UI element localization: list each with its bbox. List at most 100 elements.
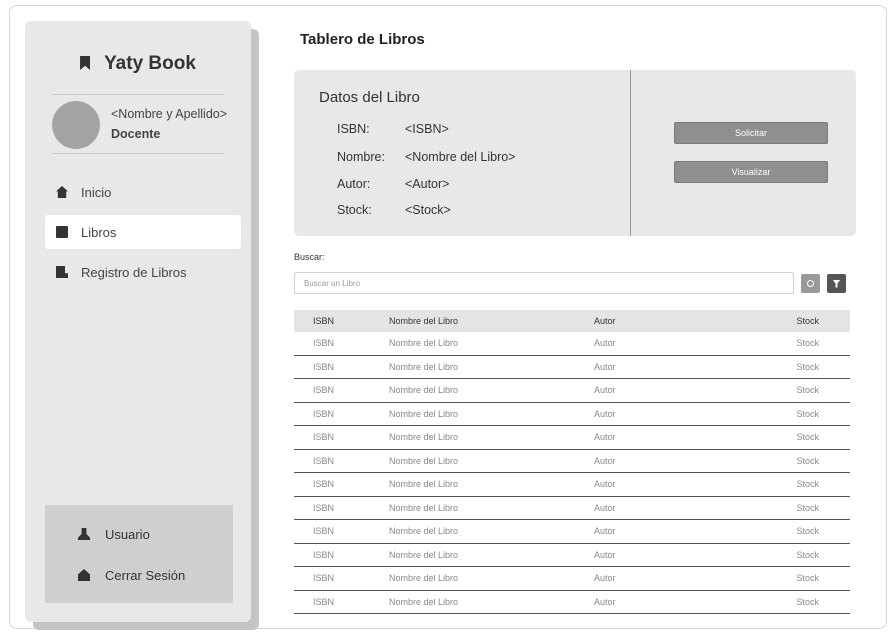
cell-stock: Stock — [796, 573, 819, 584]
table-row[interactable]: ISBN Nombre del Libro Autor Stock — [294, 473, 850, 497]
cell-stock: Stock — [796, 502, 819, 513]
book-icon — [56, 226, 68, 238]
usuario-button[interactable]: Usuario — [45, 519, 233, 549]
panel-divider — [630, 70, 631, 236]
cell-nombre: Nombre del Libro — [389, 596, 459, 607]
cell-isbn: ISBN — [313, 502, 335, 513]
cell-autor: Autor — [594, 573, 616, 584]
cell-autor: Autor — [594, 526, 616, 537]
cell-nombre: Nombre del Libro — [389, 361, 459, 372]
page-title: Tablero de Libros — [300, 31, 425, 48]
table-row[interactable]: ISBN Nombre del Libro Autor Stock — [294, 426, 850, 450]
search-icon — [807, 280, 814, 287]
cell-autor: Autor — [594, 596, 616, 607]
cell-nombre: Nombre del Libro — [389, 573, 459, 584]
cell-stock: Stock — [796, 596, 819, 607]
logout-button[interactable]: Cerrar Sesión — [45, 560, 233, 590]
filter-button[interactable] — [827, 274, 846, 293]
register-icon — [56, 266, 68, 278]
cell-autor: Autor — [594, 549, 616, 560]
cell-isbn: ISBN — [313, 338, 335, 349]
cell-nombre: Nombre del Libro — [389, 408, 459, 419]
sidebar: Yaty Book <Nombre y Apellido> Docente In… — [25, 21, 251, 622]
cell-isbn: ISBN — [313, 526, 335, 537]
sidebar-item-libros[interactable]: Libros — [45, 215, 241, 249]
cell-isbn: ISBN — [313, 596, 335, 607]
cell-autor: Autor — [594, 455, 616, 466]
header-autor[interactable]: Autor — [594, 316, 790, 326]
cell-stock: Stock — [796, 408, 819, 419]
cell-nombre: Nombre del Libro — [389, 502, 459, 513]
table-row[interactable]: ISBN Nombre del Libro Autor Stock — [294, 450, 850, 473]
cell-isbn: ISBN — [313, 385, 335, 396]
cell-isbn: ISBN — [313, 549, 335, 560]
table-header: ISBN Nombre del Libro Autor Stock — [294, 310, 850, 332]
header-nombre[interactable]: Nombre del Libro — [389, 316, 594, 326]
home-icon — [56, 186, 68, 198]
table-row[interactable]: ISBN Nombre del Libro Autor Stock — [294, 379, 850, 403]
cell-autor: Autor — [594, 479, 616, 490]
table-row[interactable]: ISBN Nombre del Libro Autor Stock — [294, 544, 850, 567]
cell-stock: Stock — [796, 479, 819, 490]
table-row[interactable]: ISBN Nombre del Libro Autor Stock — [294, 356, 850, 379]
sidebar-item-label: Registro de Libros — [81, 264, 187, 280]
user-icon — [78, 528, 90, 540]
logout-label: Cerrar Sesión — [105, 567, 186, 583]
table-row[interactable]: ISBN Nombre del Libro Autor Stock — [294, 332, 850, 356]
cell-stock: Stock — [796, 361, 819, 372]
divider — [52, 94, 224, 95]
search-label: Buscar: — [294, 252, 325, 262]
autor-value: <Autor> — [405, 177, 450, 191]
table-row[interactable]: ISBN Nombre del Libro Autor Stock — [294, 497, 850, 520]
avatar — [52, 101, 100, 149]
isbn-value: <ISBN> — [405, 122, 449, 136]
isbn-label: ISBN: — [337, 122, 370, 136]
solicitar-button[interactable]: Solicitar — [674, 122, 828, 144]
stock-label: Stock: — [337, 203, 372, 217]
user-name: <Nombre y Apellido> — [111, 107, 228, 121]
table-row[interactable]: ISBN Nombre del Libro Autor Stock — [294, 591, 850, 614]
search-button[interactable] — [801, 274, 820, 293]
account-panel: Usuario Cerrar Sesión — [45, 505, 233, 603]
search-input[interactable] — [294, 272, 794, 294]
brand-name: Yaty Book — [104, 53, 196, 74]
cell-isbn: ISBN — [313, 573, 335, 584]
visualizar-button[interactable]: Visualizar — [674, 161, 828, 183]
brand: Yaty Book — [25, 53, 251, 75]
cell-isbn: ISBN — [313, 479, 335, 490]
autor-label: Autor: — [337, 177, 371, 191]
cell-isbn: ISBN — [313, 361, 335, 372]
cell-nombre: Nombre del Libro — [389, 479, 459, 490]
cell-nombre: Nombre del Libro — [389, 432, 459, 443]
detail-title: Datos del Libro — [319, 89, 420, 106]
stock-value: <Stock> — [405, 203, 451, 217]
nombre-label: Nombre: — [337, 150, 385, 164]
sidebar-item-inicio[interactable]: Inicio — [45, 175, 241, 209]
cell-autor: Autor — [594, 408, 616, 419]
table-row[interactable]: ISBN Nombre del Libro Autor Stock — [294, 567, 850, 591]
book-detail-panel: Datos del Libro ISBN: <ISBN> Nombre: <No… — [294, 70, 856, 236]
header-isbn[interactable]: ISBN — [294, 316, 389, 326]
table-row[interactable]: ISBN Nombre del Libro Autor Stock — [294, 403, 850, 426]
header-stock[interactable]: Stock — [790, 316, 850, 326]
cell-isbn: ISBN — [313, 432, 335, 443]
cell-nombre: Nombre del Libro — [389, 526, 459, 537]
cell-nombre: Nombre del Libro — [389, 385, 459, 396]
divider — [52, 153, 224, 154]
table-body: ISBN Nombre del Libro Autor Stock ISBN Nombre… — [294, 332, 850, 614]
cell-stock: Stock — [796, 455, 819, 466]
cell-stock: Stock — [796, 432, 819, 443]
cell-autor: Autor — [594, 361, 616, 372]
cell-nombre: Nombre del Libro — [389, 549, 459, 560]
sidebar-item-registro[interactable]: Registro de Libros — [45, 255, 241, 289]
cell-nombre: Nombre del Libro — [389, 455, 459, 466]
cell-stock: Stock — [796, 549, 819, 560]
table-row[interactable]: ISBN Nombre del Libro Autor Stock — [294, 520, 850, 544]
cell-stock: Stock — [796, 385, 819, 396]
cell-isbn: ISBN — [313, 455, 335, 466]
nombre-value: <Nombre del Libro> — [405, 150, 516, 164]
bookmark-icon — [80, 56, 91, 70]
sidebar-item-label: Libros — [81, 224, 117, 240]
books-table: ISBN Nombre del Libro Autor Stock ISBN No… — [294, 310, 850, 614]
usuario-label: Usuario — [105, 526, 150, 542]
